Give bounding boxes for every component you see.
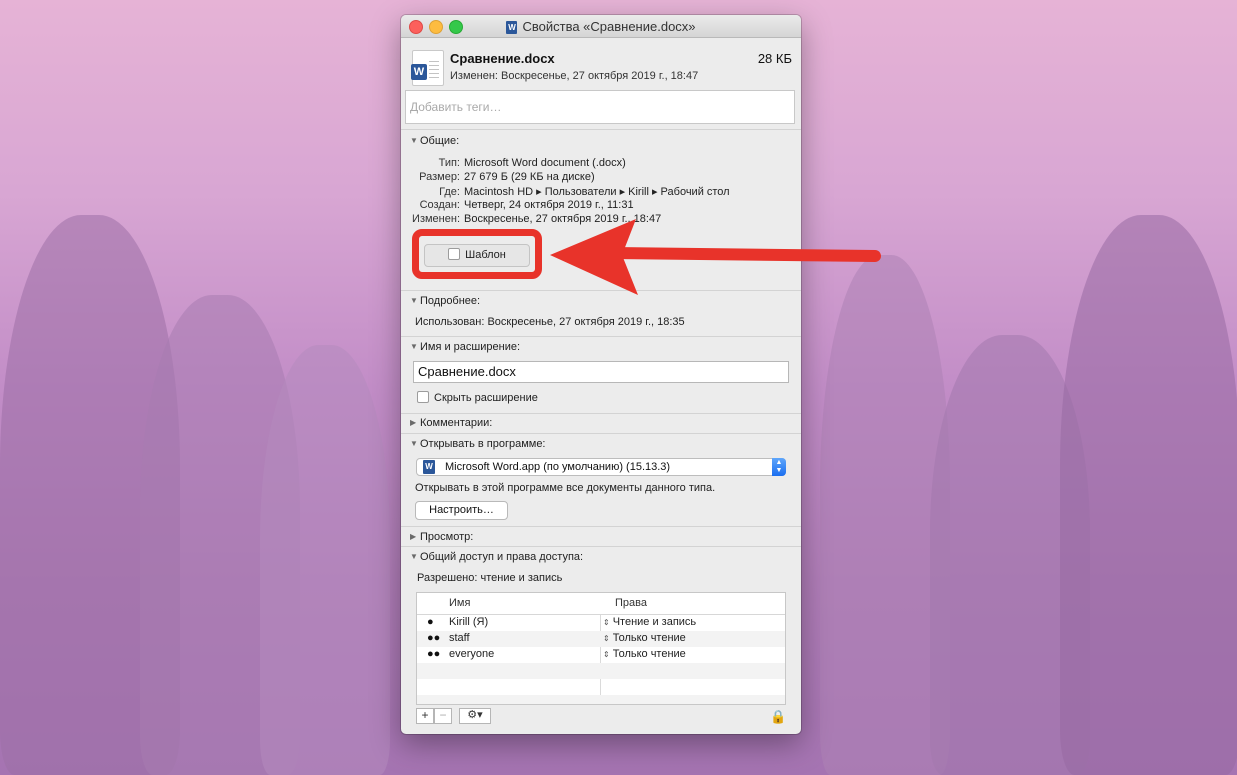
window-title: Свойства «Сравнение.docx» <box>522 19 696 34</box>
info-value: Macintosh HD ▸ Пользователи ▸ Kirill ▸ Р… <box>464 186 730 198</box>
last-used: Использован: Воскресенье, 27 октября 201… <box>415 316 685 328</box>
section-preview-toggle[interactable]: ▶ Просмотр: <box>410 531 473 543</box>
sharing-summary: Разрешено: чтение и запись <box>417 572 563 584</box>
info-row-size: Размер: 27 679 Б (29 КБ на диске) <box>401 171 595 183</box>
section-general-label: Общие: <box>420 135 460 147</box>
divider <box>401 526 801 527</box>
annotation-highlight-box <box>412 229 542 279</box>
divider <box>401 433 801 434</box>
section-preview-label: Просмотр: <box>420 531 474 543</box>
tags-input[interactable] <box>405 90 795 124</box>
updown-arrows-icon: ⇕ <box>603 618 610 627</box>
info-label: Где: <box>439 186 460 198</box>
permissions-header: Имя Права <box>417 593 785 615</box>
info-label: Создан: <box>419 199 460 211</box>
file-modified: Изменен: Воскресенье, 27 октября 2019 г.… <box>450 70 699 82</box>
info-label: Изменен: <box>412 213 460 225</box>
permissions-table: Имя Права ● Kirill (Я) ⇕ Чтение и запись … <box>416 592 786 705</box>
disclosure-open-icon: ▼ <box>410 552 418 561</box>
table-row[interactable]: ●● everyone ⇕ Только чтение <box>417 647 785 663</box>
open-with-value: Microsoft Word.app (по умолчанию) (15.13… <box>445 461 671 473</box>
section-more-info-toggle[interactable]: ▼ Подробнее: <box>410 295 480 307</box>
table-row[interactable]: ● Kirill (Я) ⇕ Чтение и запись <box>417 615 785 631</box>
column-header-privilege[interactable]: Права <box>615 597 647 609</box>
section-more-info-label: Подробнее: <box>420 295 481 307</box>
table-row-empty <box>417 663 785 679</box>
privilege-select[interactable]: ⇕ Чтение и запись <box>603 616 696 628</box>
open-with-select[interactable]: W Microsoft Word.app (по умолчанию) (15.… <box>416 458 786 476</box>
privilege-value: Чтение и запись <box>612 616 697 628</box>
file-icon: W <box>411 50 444 86</box>
annotation-arrow-icon <box>550 219 881 295</box>
background-tree <box>260 345 390 775</box>
filename-input[interactable]: Сравнение.docx <box>413 361 789 383</box>
disclosure-open-icon: ▼ <box>410 296 418 305</box>
principal-name: everyone <box>449 648 495 660</box>
word-badge-icon: W <box>411 64 427 80</box>
info-row-type: Тип: Microsoft Word document (.docx) <box>401 157 626 169</box>
disclosure-open-icon: ▼ <box>410 439 418 448</box>
file-header: W Сравнение.docx 28 КБ Изменен: Воскресе… <box>401 38 801 90</box>
updown-arrows-icon: ⇕ <box>603 634 610 643</box>
section-open-with-toggle[interactable]: ▼ Открывать в программе: <box>410 438 546 450</box>
section-comments-toggle[interactable]: ▶ Комментарии: <box>410 417 492 429</box>
section-name-ext-toggle[interactable]: ▼ Имя и расширение: <box>410 341 520 353</box>
principal-name: Kirill (Я) <box>449 616 489 628</box>
window-title-wrap: W Свойства «Сравнение.docx» <box>401 19 801 35</box>
disclosure-open-icon: ▼ <box>410 342 418 351</box>
section-sharing-label: Общий доступ и права доступа: <box>420 551 584 563</box>
title-bar[interactable]: W Свойства «Сравнение.docx» <box>401 15 801 38</box>
lock-icon[interactable]: 🔒 <box>770 709 786 725</box>
checkbox-icon[interactable] <box>417 391 429 403</box>
disclosure-open-icon: ▼ <box>410 136 418 145</box>
document-lines-icon <box>429 61 439 79</box>
user-icon: ● <box>427 616 434 628</box>
table-row[interactable]: ●● staff ⇕ Только чтение <box>417 631 785 647</box>
info-label: Тип: <box>438 157 460 169</box>
divider <box>401 413 801 414</box>
gear-menu-button[interactable]: ⚙▾ <box>459 708 491 724</box>
file-name: Сравнение.docx <box>450 51 555 66</box>
configure-button[interactable]: Настроить… <box>415 501 508 520</box>
info-value: 27 679 Б (29 КБ на диске) <box>464 171 595 183</box>
updown-arrows-icon: ⇕ <box>603 650 610 659</box>
divider <box>401 546 801 547</box>
updown-arrows-icon: ▲ ▼ <box>772 458 786 476</box>
privilege-select[interactable]: ⇕ Только чтение <box>603 632 686 644</box>
word-app-icon: W <box>423 460 435 474</box>
divider <box>401 129 801 130</box>
principal-name: staff <box>449 632 470 644</box>
info-row-where: Где: Macintosh HD ▸ Пользователи ▸ Kirill… <box>401 185 730 198</box>
hide-extension-checkbox[interactable]: Скрыть расширение <box>417 391 538 404</box>
file-size: 28 КБ <box>757 51 792 66</box>
info-window: W Свойства «Сравнение.docx» W Сравнение.d… <box>401 15 801 734</box>
info-value: Microsoft Word document (.docx) <box>464 157 626 169</box>
privilege-value: Только чтение <box>612 632 686 644</box>
table-row-empty <box>417 695 785 704</box>
info-row-created: Создан: Четверг, 24 октября 2019 г., 11:3… <box>401 199 634 211</box>
privilege-value: Только чтение <box>612 648 686 660</box>
everyone-icon: ●● <box>427 648 441 660</box>
remove-user-button[interactable]: − <box>434 708 452 724</box>
privilege-select[interactable]: ⇕ Только чтение <box>603 648 686 660</box>
section-name-ext-label: Имя и расширение: <box>420 341 521 353</box>
table-row-empty <box>417 679 785 695</box>
background-tree <box>1060 215 1237 775</box>
info-label: Размер: <box>419 171 460 183</box>
hide-extension-label: Скрыть расширение <box>434 392 538 404</box>
divider <box>401 336 801 337</box>
open-with-note: Открывать в этой программе все документы… <box>415 482 716 494</box>
info-value: Четверг, 24 октября 2019 г., 11:31 <box>464 199 634 211</box>
group-icon: ●● <box>427 632 441 644</box>
word-document-icon: W <box>506 21 518 35</box>
add-user-button[interactable]: + <box>416 708 434 724</box>
disclosure-closed-icon: ▶ <box>410 418 417 427</box>
section-sharing-toggle[interactable]: ▼ Общий доступ и права доступа: <box>410 551 583 563</box>
disclosure-closed-icon: ▶ <box>410 532 417 541</box>
section-open-with-label: Открывать в программе: <box>420 438 546 450</box>
column-header-name[interactable]: Имя <box>449 597 470 609</box>
section-comments-label: Комментарии: <box>420 417 493 429</box>
section-general-toggle[interactable]: ▼ Общие: <box>410 135 459 147</box>
